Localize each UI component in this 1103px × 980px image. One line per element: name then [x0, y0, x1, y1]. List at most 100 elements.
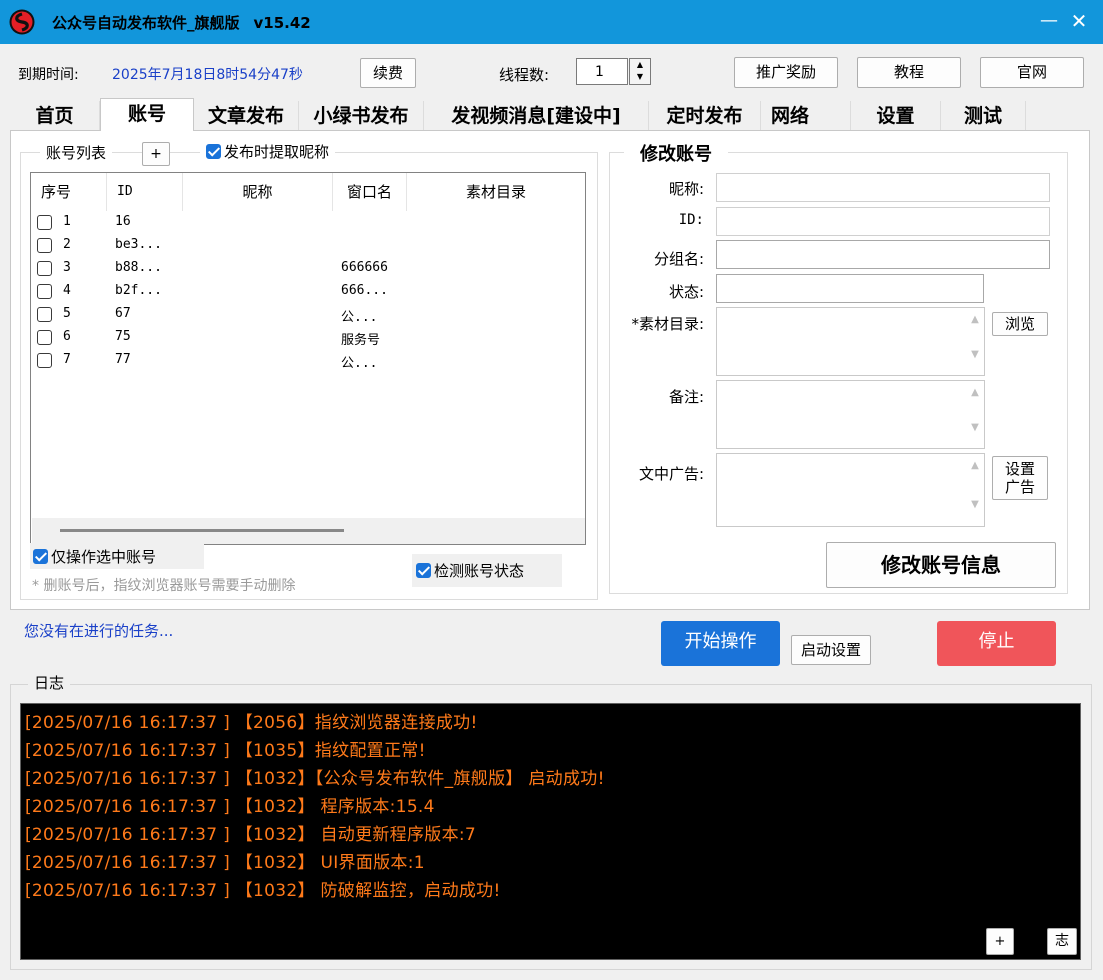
log-line: [2025/07/16 16:17:37 ] 【2056】指纹浏览器连接成功!: [25, 713, 478, 733]
row-id: 77: [115, 352, 131, 367]
log-console[interactable]: [2025/07/16 16:17:37 ] 【2056】指纹浏览器连接成功! …: [20, 703, 1081, 960]
start-button[interactable]: 开始操作: [661, 621, 780, 666]
tab-settings[interactable]: 设置: [851, 101, 941, 131]
row-no: 3: [63, 260, 71, 275]
checkbox-icon: [206, 144, 221, 159]
threads-input[interactable]: 1: [576, 58, 628, 85]
column-header-window: 窗口名: [333, 173, 407, 211]
id-input[interactable]: [716, 207, 1050, 236]
startup-settings-button[interactable]: 启动设置: [791, 635, 871, 665]
textarea-scrollbar[interactable]: ▲ ▼: [966, 381, 984, 448]
modify-account-button[interactable]: 修改账号信息: [826, 542, 1056, 588]
row-id: 16: [115, 214, 131, 229]
row-checkbox[interactable]: [37, 284, 52, 299]
row-checkbox[interactable]: [37, 238, 52, 253]
row-window: 公...: [341, 356, 378, 371]
ad-label: 文中广告:: [638, 465, 704, 483]
table-horizontal-scrollbar[interactable]: [32, 518, 585, 544]
textarea-scrollbar[interactable]: ▲ ▼: [966, 308, 984, 375]
stop-button[interactable]: 停止: [937, 621, 1056, 666]
material-dir-textarea[interactable]: ▲ ▼: [716, 307, 985, 376]
minimize-button[interactable]: —: [1034, 6, 1064, 36]
row-checkbox[interactable]: [37, 330, 52, 345]
status-label: 状态:: [668, 283, 704, 301]
log-line: [2025/07/16 16:17:37 ] 【1035】指纹配置正常!: [25, 741, 426, 761]
tab-network[interactable]: 网络: [761, 101, 851, 131]
remark-label: 备注:: [668, 388, 704, 406]
fetch-nickname-checkbox[interactable]: 发布时提取昵称: [200, 141, 336, 162]
tab-bar: 首页 账号 文章发布 小绿书发布 发视频消息[建设中] 定时发布 网络 设置 测…: [10, 98, 1090, 131]
row-no: 4: [63, 283, 71, 298]
row-id: be3...: [115, 237, 162, 252]
tab-xiaolvshu-publish[interactable]: 小绿书发布: [299, 101, 424, 131]
status-input[interactable]: [716, 274, 984, 303]
renew-button[interactable]: 续费: [360, 58, 416, 88]
row-id: b88...: [115, 260, 162, 275]
expire-value: 2025年7月18日8时54分47秒: [112, 67, 303, 83]
log-line: [2025/07/16 16:17:37 ] 【1032】 防破解监控，启动成功…: [25, 881, 501, 901]
threads-label: 线程数:: [499, 66, 550, 84]
table-row[interactable]: 4 b2f... 666...: [37, 282, 577, 305]
table-row[interactable]: 1 16: [37, 213, 577, 236]
row-no: 1: [63, 214, 71, 229]
log-button[interactable]: 志: [1047, 928, 1077, 955]
tab-account[interactable]: 账号: [100, 98, 194, 131]
row-window: 666...: [341, 283, 388, 298]
row-id: b2f...: [115, 283, 162, 298]
close-button[interactable]: ✕: [1064, 6, 1094, 36]
account-table: 序号 ID 昵称 窗口名 素材目录 1 16 2 be3... 3 b88...…: [30, 172, 586, 545]
row-window: 666666: [341, 260, 388, 275]
ad-textarea[interactable]: ▲ ▼: [716, 453, 985, 527]
log-line: [2025/07/16 16:17:37 ] 【1032】 自动更新程序版本:7: [25, 825, 477, 845]
log-line: [2025/07/16 16:17:37 ] 【1032】 UI界面版本:1: [25, 853, 425, 873]
tab-home[interactable]: 首页: [10, 101, 100, 131]
table-row[interactable]: 3 b88... 666666: [37, 259, 577, 282]
only-selected-checkbox[interactable]: 仅操作选中账号: [30, 543, 204, 569]
table-row[interactable]: 5 67 公...: [37, 305, 577, 328]
browse-button[interactable]: 浏览: [992, 312, 1048, 336]
row-checkbox[interactable]: [37, 215, 52, 230]
scrollbar-thumb[interactable]: [60, 529, 344, 532]
tab-test[interactable]: 测试: [941, 101, 1026, 131]
column-header-id: ID: [107, 173, 183, 211]
window-title: 公众号自动发布软件_旗舰版 v15.42: [52, 14, 311, 32]
nickname-input[interactable]: [716, 173, 1050, 202]
set-ad-button[interactable]: 设置广告: [992, 456, 1048, 500]
row-id: 67: [115, 306, 131, 321]
add-account-button[interactable]: +: [142, 142, 170, 166]
row-no: 7: [63, 352, 71, 367]
website-button[interactable]: 官网: [980, 57, 1084, 88]
delete-note: * 删账号后，指纹浏览器账号需要手动删除: [32, 578, 296, 594]
row-no: 6: [63, 329, 71, 344]
log-plus-button[interactable]: +: [986, 928, 1014, 955]
row-no: 2: [63, 237, 71, 252]
log-line: [2025/07/16 16:17:37 ] 【1032】 程序版本:15.4: [25, 797, 435, 817]
row-checkbox[interactable]: [37, 261, 52, 276]
tab-scheduled-publish[interactable]: 定时发布: [649, 101, 761, 131]
group-label: 分组名:: [653, 250, 704, 268]
threads-stepper[interactable]: ▲ ▼: [629, 58, 651, 85]
row-checkbox[interactable]: [37, 307, 52, 322]
column-header-nickname: 昵称: [183, 173, 333, 211]
app-logo-icon: [9, 9, 35, 35]
tab-video-message[interactable]: 发视频消息[建设中]: [424, 101, 649, 131]
textarea-scrollbar[interactable]: ▲ ▼: [966, 454, 984, 526]
material-dir-label: *素材目录:: [631, 315, 704, 333]
table-row[interactable]: 7 77 公...: [37, 351, 577, 374]
row-checkbox[interactable]: [37, 353, 52, 368]
check-status-checkbox[interactable]: 检测账号状态: [412, 554, 562, 587]
table-row[interactable]: 2 be3...: [37, 236, 577, 259]
group-input[interactable]: [716, 240, 1050, 269]
tutorial-button[interactable]: 教程: [857, 57, 961, 88]
expire-label: 到期时间:: [18, 67, 79, 83]
log-title: 日志: [28, 672, 71, 693]
row-id: 75: [115, 329, 131, 344]
row-no: 5: [63, 306, 71, 321]
promo-button[interactable]: 推广奖励: [734, 57, 838, 88]
tab-article-publish[interactable]: 文章发布: [194, 101, 299, 131]
remark-textarea[interactable]: ▲ ▼: [716, 380, 985, 449]
checkbox-icon: [416, 563, 431, 578]
table-row[interactable]: 6 75 服务号: [37, 328, 577, 351]
task-status-text: 您没有在进行的任务...: [24, 622, 174, 640]
column-header-no: 序号: [31, 173, 107, 211]
